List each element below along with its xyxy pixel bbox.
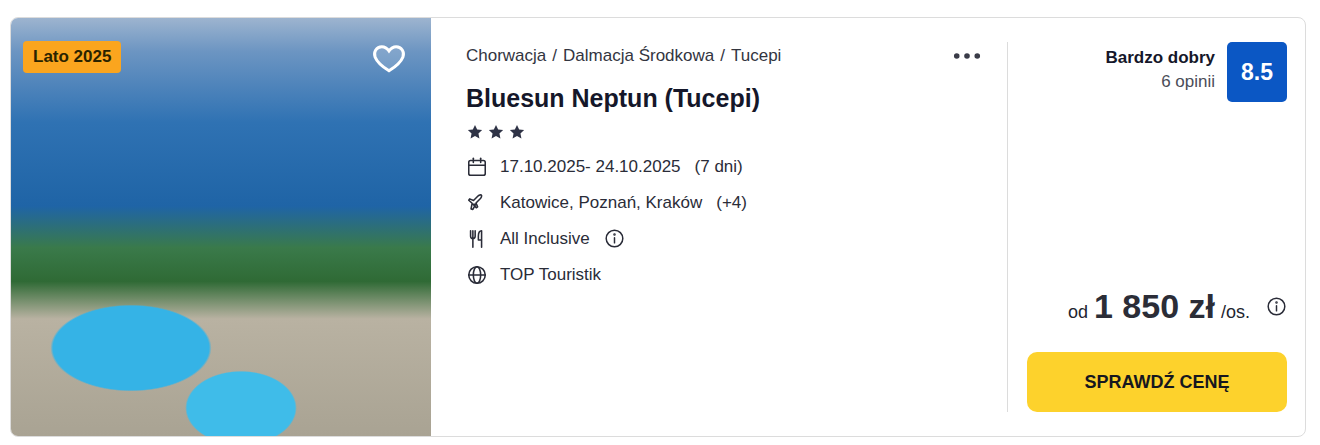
detail-row: TOP Touristik bbox=[466, 263, 981, 286]
page: Lato 2025 Chorwacja / Dalmacja Środkowa / Tuc… bbox=[0, 0, 1320, 445]
review-count: 6 opinii bbox=[1161, 72, 1215, 92]
rating-label: Bardzo dobry bbox=[1105, 48, 1215, 68]
detail-text: All Inclusive bbox=[500, 229, 590, 249]
detail-extra[interactable]: (7 dni) bbox=[695, 157, 743, 177]
breadcrumb-separator: / bbox=[720, 46, 725, 66]
rating[interactable]: Bardzo dobry 6 opinii 8.5 bbox=[1027, 42, 1287, 102]
hotel-stars bbox=[466, 123, 981, 141]
breadcrumb-item[interactable]: Tucepi bbox=[731, 46, 781, 66]
star-icon bbox=[466, 123, 484, 141]
detail-text: 17.10.2025- 24.10.2025 bbox=[500, 157, 681, 177]
star-icon bbox=[487, 123, 505, 141]
rating-score: 8.5 bbox=[1227, 42, 1287, 102]
price-suffix: /os. bbox=[1221, 302, 1250, 323]
price: od 1 850 zł/os. bbox=[1027, 287, 1287, 326]
star-icon bbox=[508, 123, 526, 141]
detail-text: Katowice, Poznań, Kraków bbox=[500, 193, 702, 213]
plane-icon bbox=[466, 192, 488, 214]
calendar-icon bbox=[466, 156, 488, 178]
globe-icon bbox=[466, 264, 488, 286]
offer-info: Chorwacja / Dalmacja Środkowa / Tucepi Bluesu… bbox=[431, 42, 1007, 412]
breadcrumb: Chorwacja / Dalmacja Środkowa / Tucepi bbox=[466, 46, 781, 66]
breadcrumb-item[interactable]: Dalmacja Środkowa bbox=[563, 46, 714, 66]
detail-row: 17.10.2025- 24.10.2025 (7 dni) bbox=[466, 155, 981, 178]
offer-card[interactable]: Lato 2025 Chorwacja / Dalmacja Środkowa / Tuc… bbox=[10, 17, 1306, 437]
price-amount: 1 850 zł bbox=[1094, 287, 1215, 326]
season-badge: Lato 2025 bbox=[23, 41, 121, 73]
detail-row: Katowice, Poznań, Kraków (+4) bbox=[466, 191, 981, 214]
detail-extra[interactable]: (+4) bbox=[716, 193, 747, 213]
info-icon[interactable] bbox=[604, 228, 625, 249]
more-icon[interactable] bbox=[953, 52, 981, 60]
breadcrumb-separator: / bbox=[552, 46, 557, 66]
hotel-photo[interactable]: Lato 2025 bbox=[11, 18, 431, 436]
price-panel: Bardzo dobry 6 opinii 8.5 od 1 850 zł/os. SPR… bbox=[1007, 42, 1305, 412]
price-prefix: od bbox=[1068, 302, 1088, 323]
detail-row: All Inclusive bbox=[466, 227, 981, 250]
hotel-title[interactable]: Bluesun Neptun (Tucepi) bbox=[466, 84, 981, 113]
breadcrumb-item[interactable]: Chorwacja bbox=[466, 46, 546, 66]
check-price-button[interactable]: SPRAWDŹ CENĘ bbox=[1027, 352, 1287, 412]
cutlery-icon bbox=[466, 228, 488, 250]
heart-icon[interactable] bbox=[371, 40, 407, 76]
info-icon[interactable] bbox=[1266, 296, 1287, 317]
detail-text: TOP Touristik bbox=[500, 265, 601, 285]
